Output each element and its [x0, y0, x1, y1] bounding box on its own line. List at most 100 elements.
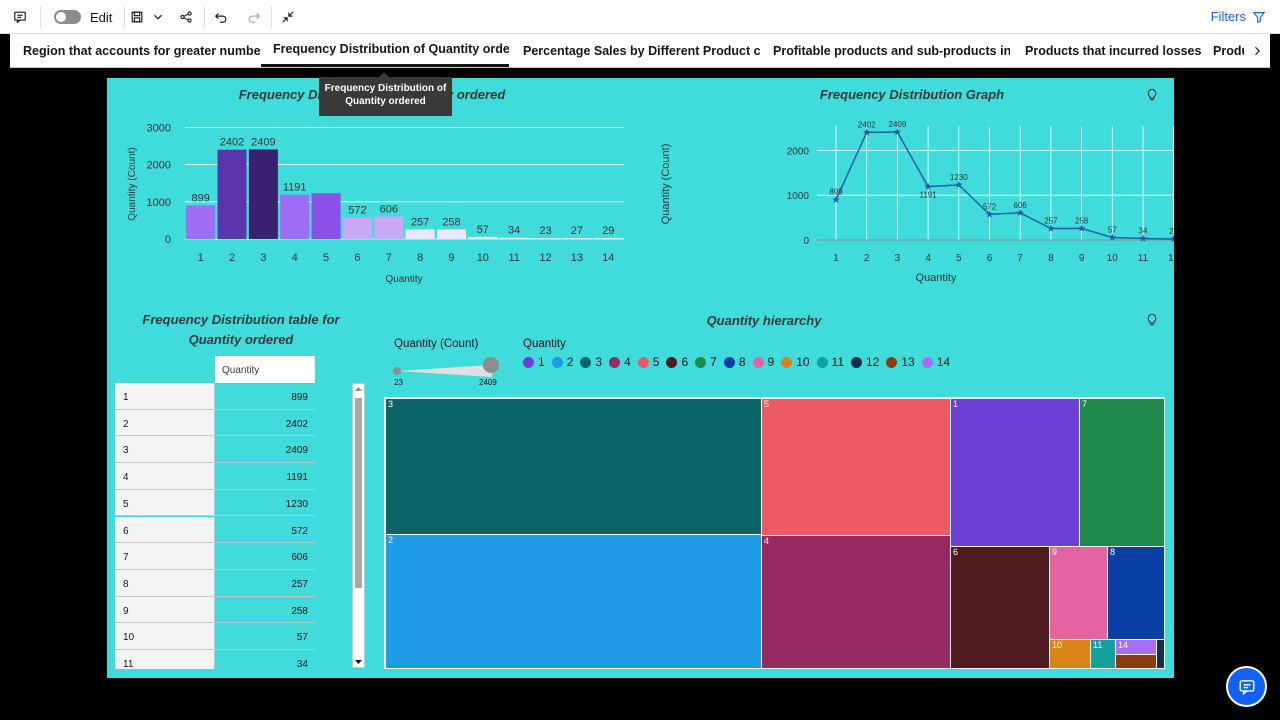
treemap-cell[interactable]: 11 [1090, 639, 1116, 669]
treemap-cell[interactable]: 14 [1115, 639, 1157, 655]
edit-toggle[interactable] [54, 10, 81, 24]
table-header-quantity[interactable]: Quantity [215, 356, 315, 383]
scroll-up-icon[interactable] [355, 386, 362, 392]
bar-xtick-label: 6 [354, 252, 360, 264]
legend-item-8[interactable]: 8 [723, 355, 746, 369]
scroll-down-icon[interactable] [355, 659, 362, 665]
legend-item-13[interactable]: 13 [886, 355, 915, 369]
comment-icon[interactable] [8, 0, 32, 34]
table-row[interactable]: 11 34 [115, 650, 315, 669]
bar-14[interactable] [593, 237, 623, 239]
slider-max-label: 2409 [479, 378, 497, 387]
scroll-thumb[interactable] [355, 398, 362, 588]
tab-percentage-sales[interactable]: Percentage Sales by Different Product ca… [511, 34, 760, 67]
table-row-value: 34 [296, 659, 308, 669]
bar-12[interactable] [531, 238, 561, 239]
line-xtick-label: 4 [925, 253, 931, 264]
tab-products-losses[interactable]: Products that incurred losses [1013, 34, 1203, 67]
treemap-cell[interactable]: 8 [1107, 546, 1165, 640]
line-point-11[interactable] [1139, 234, 1147, 242]
treemap-cell[interactable]: 5 [761, 398, 951, 536]
legend-item-11[interactable]: 11 [816, 355, 844, 369]
legend-item-12[interactable]: 12 [851, 355, 879, 369]
treemap-cell[interactable]: 4 [761, 535, 951, 669]
legend-item-4[interactable]: 4 [609, 355, 631, 369]
bar-10[interactable] [468, 236, 498, 239]
table-row[interactable]: 8 257 [115, 569, 315, 597]
bar-5[interactable] [311, 193, 341, 239]
table-scrollbar[interactable] [352, 383, 365, 668]
legend-item-3[interactable]: 3 [580, 355, 602, 369]
table-row[interactable]: 7 606 [115, 543, 315, 570]
tab-tooltip: Frequency Distribution of Quantity order… [319, 72, 452, 116]
share-icon[interactable] [176, 0, 196, 34]
treemap-cell[interactable]: 1 [950, 398, 1080, 547]
bar-8[interactable] [405, 229, 435, 239]
bar-13[interactable] [562, 237, 592, 239]
treemap-cell[interactable]: 2 [385, 534, 762, 669]
bar-xtick-label: 7 [386, 252, 392, 264]
line-xtick-label: 2 [864, 253, 870, 264]
treemap-cell-label: 1 [953, 399, 959, 409]
table-row[interactable]: 4 1191 [115, 463, 315, 490]
legend-label: 9 [767, 355, 775, 369]
bar-3[interactable] [248, 149, 278, 239]
legend-item-2[interactable]: 2 [551, 355, 573, 369]
tab-profitable-products[interactable]: Profitable products and sub-products in … [761, 34, 1010, 67]
treemap-cell-label: 3 [388, 399, 394, 409]
legend-item-6[interactable]: 6 [666, 355, 688, 369]
redo-icon[interactable] [245, 0, 263, 34]
legend-item-5[interactable]: 5 [637, 355, 659, 369]
collapse-icon[interactable] [279, 0, 297, 34]
legend-item-9[interactable]: 9 [752, 355, 775, 369]
save-icon[interactable] [128, 0, 146, 34]
filters-button[interactable]: Filters [1211, 9, 1266, 24]
edit-label: Edit [90, 10, 113, 25]
bar-11[interactable] [499, 237, 529, 239]
bar-9[interactable] [436, 229, 466, 239]
treemap-cell[interactable]: 7 [1079, 398, 1165, 547]
legend-label: 10 [796, 355, 810, 369]
table-row[interactable]: 1 899 [115, 383, 315, 410]
table-row[interactable]: 2 2402 [115, 409, 315, 437]
treemap-cell[interactable]: 9 [1049, 546, 1108, 640]
tab-region[interactable]: Region that accounts for greater number … [11, 34, 260, 67]
table-title: Frequency Distribution table for Quantit… [142, 312, 340, 347]
line-data-label: 1230 [950, 173, 968, 182]
line-series[interactable] [835, 131, 1174, 240]
legend-item-1[interactable]: 1 [523, 355, 545, 369]
chevron-down-icon[interactable] [151, 0, 165, 34]
table-row[interactable]: 10 57 [115, 623, 315, 650]
treemap-cell[interactable] [1156, 639, 1165, 669]
treemap-cell-label: 11 [1093, 640, 1103, 650]
legend-swatch [886, 356, 898, 368]
legend-item-10[interactable]: 10 [781, 355, 810, 369]
filters-label: Filters [1210, 9, 1246, 24]
treemap-cell[interactable]: 6 [950, 546, 1050, 669]
table-row[interactable]: 3 2409 [115, 436, 315, 464]
undo-icon[interactable] [212, 0, 230, 34]
bar-7[interactable] [374, 216, 404, 239]
insight-bulb-icon-2[interactable] [1145, 313, 1159, 327]
slider-max-handle[interactable] [483, 357, 499, 373]
treemap-cell[interactable]: 3 [385, 398, 762, 535]
table-row[interactable]: 5 1230 [115, 489, 315, 517]
bar-data-label: 1191 [283, 182, 307, 194]
bar-4[interactable] [280, 194, 310, 239]
bar-6[interactable] [342, 217, 372, 239]
treemap-cell[interactable] [1115, 654, 1157, 669]
treemap-cell[interactable]: 10 [1049, 639, 1091, 669]
legend-item-7[interactable]: 7 [695, 355, 717, 369]
table-row[interactable]: 9 258 [115, 596, 315, 624]
bar-1[interactable] [186, 205, 216, 239]
legend-item-14[interactable]: 14 [921, 355, 950, 369]
line-data-label: 899 [829, 188, 843, 197]
tab-scroll-right-icon[interactable] [1244, 34, 1270, 67]
tab-frequency-distribution[interactable]: Frequency Distribution of Quantity order… [261, 34, 509, 67]
table-row-value: 57 [296, 632, 308, 644]
bar-2[interactable] [217, 149, 247, 239]
assistant-chat-button[interactable] [1226, 666, 1267, 707]
slider-min-handle[interactable] [393, 367, 401, 375]
insight-bulb-icon[interactable] [1145, 88, 1159, 102]
table-row[interactable]: 6 572 [115, 516, 315, 544]
